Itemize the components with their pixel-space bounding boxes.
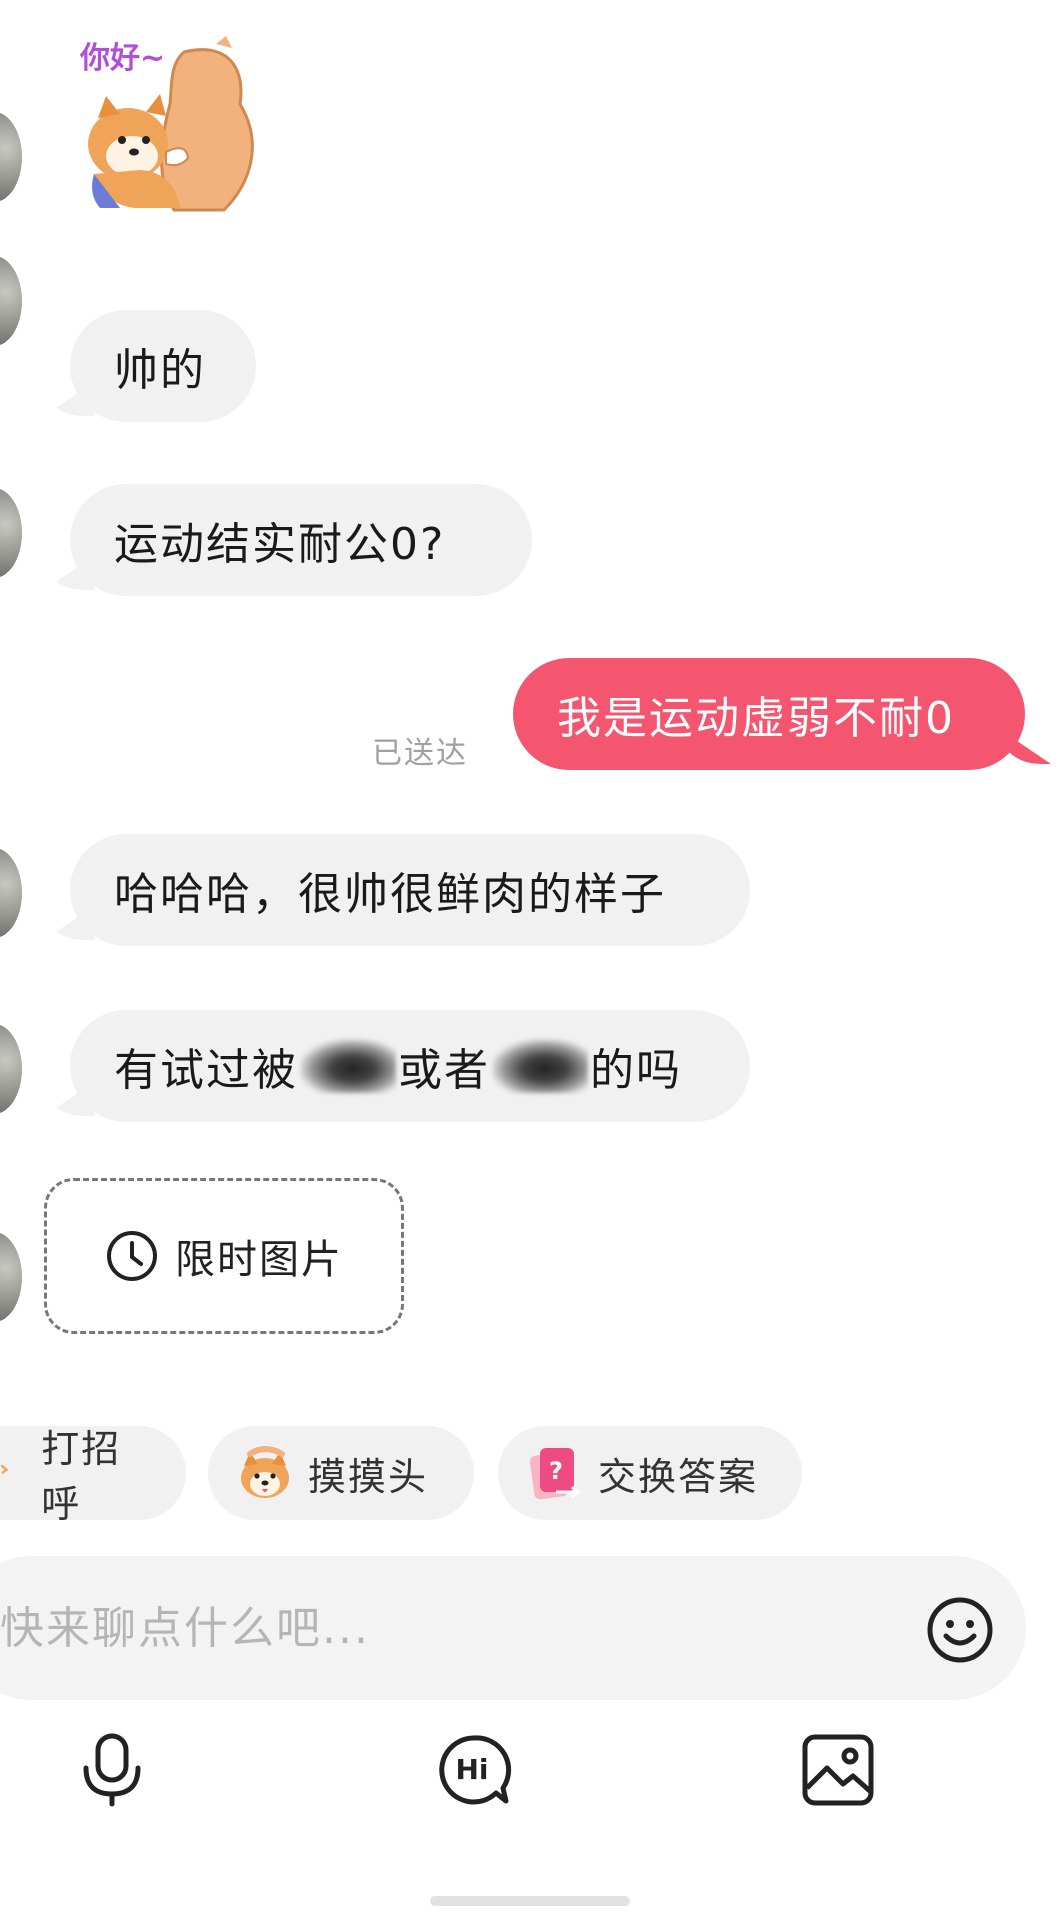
redacted-text: [300, 1039, 396, 1093]
message-input[interactable]: [0, 1602, 860, 1654]
received-message-bubble[interactable]: 有试过被 或者 的吗: [70, 1010, 750, 1122]
avatar[interactable]: [0, 112, 22, 202]
message-text: 哈哈哈，很帅很鲜肉的样子: [114, 869, 666, 920]
question-card-icon: ?: [529, 1448, 581, 1500]
quick-action-label: 摸摸头: [308, 1454, 429, 1499]
wave-icon: [0, 1464, 9, 1474]
avatar[interactable]: [0, 488, 22, 578]
timed-picture-label: 限时图片: [175, 1237, 343, 1283]
message-text: 运动结实耐公0?: [114, 519, 446, 570]
hi-icon[interactable]: Hi: [436, 1732, 512, 1808]
shiba-hello-sticker[interactable]: 你好~: [74, 34, 264, 220]
redacted-text: [492, 1039, 588, 1093]
microphone-icon[interactable]: [74, 1732, 150, 1808]
message-text-part: 的吗: [590, 1045, 682, 1096]
received-message-bubble[interactable]: 帅的: [70, 310, 256, 422]
quick-action-exchange-answers[interactable]: ? 交换答案: [498, 1426, 802, 1520]
quick-action-label: 交换答案: [598, 1454, 759, 1499]
emoji-icon[interactable]: [924, 1594, 996, 1666]
avatar[interactable]: [0, 848, 22, 938]
avatar[interactable]: [0, 1024, 22, 1114]
sticker-caption: 你好~: [79, 41, 165, 76]
received-message-bubble[interactable]: 运动结实耐公0?: [70, 484, 532, 596]
received-message-bubble[interactable]: 哈哈哈，很帅很鲜肉的样子: [70, 834, 750, 946]
avatar[interactable]: [0, 256, 22, 346]
chat-screen: 你好~ 帅的 运动结实耐公0? 已送达 我是运动虚弱不耐0 哈哈哈，很帅很鲜肉的…: [0, 0, 1061, 1926]
svg-text:Hi: Hi: [455, 1753, 488, 1786]
home-indicator: [430, 1896, 630, 1906]
message-composer: [0, 1556, 1026, 1700]
message-text-part: 或者: [398, 1045, 490, 1096]
sent-message-bubble[interactable]: 我是运动虚弱不耐0: [513, 658, 1025, 770]
clock-icon: [107, 1231, 157, 1281]
delivery-status: 已送达: [372, 736, 468, 771]
timed-picture-message[interactable]: 限时图片: [44, 1178, 404, 1334]
message-text: 帅的: [114, 345, 206, 396]
quick-action-greet[interactable]: 打招呼: [0, 1426, 186, 1526]
message-text: 我是运动虚弱不耐0: [557, 693, 955, 744]
svg-text:?: ?: [549, 1457, 565, 1485]
avatar[interactable]: [0, 1232, 22, 1322]
quick-action-label: 打招呼: [41, 1427, 122, 1526]
image-icon[interactable]: [800, 1732, 876, 1808]
shiba-pat-icon: [241, 1446, 289, 1498]
message-text-part: 有试过被: [114, 1045, 298, 1096]
quick-action-pat-head[interactable]: 摸摸头: [208, 1426, 474, 1520]
